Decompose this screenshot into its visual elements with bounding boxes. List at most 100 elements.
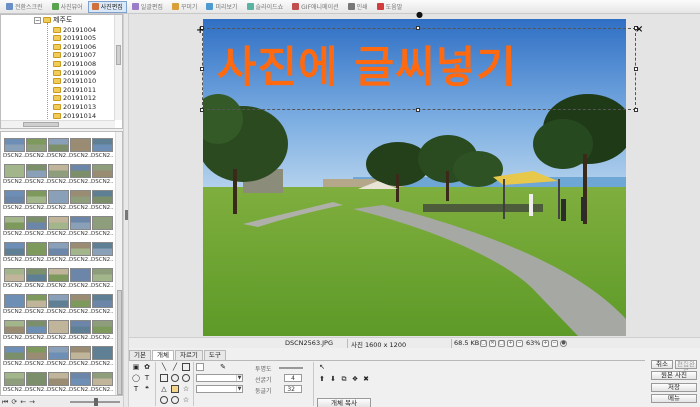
thumbnail-size-knob[interactable]: [94, 398, 98, 406]
settings-icon[interactable]: ●: [560, 340, 567, 347]
cancel-button[interactable]: 취소: [651, 360, 673, 369]
photo-thumbnail[interactable]: [4, 190, 25, 204]
photo-thumbnail[interactable]: [4, 164, 25, 178]
tab-3[interactable]: 도구: [203, 350, 226, 360]
photo-thumbnail[interactable]: [92, 320, 113, 334]
photo-thumbnail[interactable]: [26, 294, 47, 308]
photo-thumbnail[interactable]: [4, 372, 25, 386]
quote-icon[interactable]: ❝: [143, 385, 151, 393]
photo-thumbnail[interactable]: [70, 164, 91, 178]
photo-thumbnail[interactable]: [48, 242, 69, 256]
pointer-icon[interactable]: ↖: [318, 363, 326, 371]
move-icon[interactable]: +: [196, 25, 204, 36]
rotate-icon[interactable]: ●: [416, 10, 423, 19]
ellipse-icon[interactable]: [182, 374, 190, 382]
layer-down-icon[interactable]: ⬇: [329, 375, 337, 383]
tab-0[interactable]: 기본: [129, 350, 151, 360]
photo-thumbnail[interactable]: [48, 164, 69, 178]
photo-thumbnail[interactable]: [92, 138, 113, 152]
fit-icon[interactable]: ▢: [480, 340, 487, 347]
toolbar-button-5[interactable]: 미리보기: [202, 1, 241, 13]
sticker-icon[interactable]: ✿: [143, 363, 151, 371]
photo-thumbnail[interactable]: [26, 138, 47, 152]
line-icon[interactable]: ╱: [171, 363, 179, 371]
tree-scroll-thumb[interactable]: [116, 45, 121, 65]
photo-thumbnail[interactable]: [70, 294, 91, 308]
tree-vertical-scrollbar[interactable]: [114, 15, 122, 120]
rectangle-icon[interactable]: [182, 363, 190, 371]
oval-icon[interactable]: [171, 396, 179, 404]
photo-thumbnail[interactable]: [4, 268, 25, 282]
photo-thumbnail[interactable]: [48, 346, 69, 360]
toolbar-button-2[interactable]: 사진편집: [87, 0, 127, 13]
zoom-in-icon[interactable]: +: [542, 340, 549, 347]
photo-thumbnail[interactable]: [26, 372, 47, 386]
resize-handle-n[interactable]: [416, 26, 420, 30]
square-icon[interactable]: [160, 374, 168, 382]
zoom-out-icon[interactable]: −: [516, 340, 523, 347]
star-outline-icon[interactable]: ☆: [182, 396, 190, 404]
diagonal-line-icon[interactable]: ╲: [160, 363, 168, 371]
overlay-text[interactable]: 사진에 글씨넣기: [217, 33, 517, 95]
line-width-spinner[interactable]: 4: [284, 374, 302, 382]
group-icon[interactable]: ❖: [351, 375, 359, 383]
toolbar-button-7[interactable]: GIF애니메이션: [288, 1, 342, 13]
photo-thumbnail[interactable]: [26, 164, 47, 178]
close-icon[interactable]: ×: [635, 24, 643, 35]
photo-thumbnail[interactable]: [48, 268, 69, 282]
triangle-icon[interactable]: △: [160, 385, 168, 393]
roundness-spinner[interactable]: 32: [284, 385, 302, 393]
duplicate-icon[interactable]: ⧉: [340, 375, 348, 383]
circle-icon[interactable]: [171, 374, 179, 382]
photo-thumbnail[interactable]: [26, 320, 47, 334]
toolbar-button-1[interactable]: 사진뷰어: [48, 1, 87, 13]
tree-hscroll-thumb[interactable]: [23, 122, 59, 127]
resize-handle-w[interactable]: [200, 67, 204, 71]
round-icon[interactable]: [160, 396, 168, 404]
photo-thumbnail[interactable]: [4, 138, 25, 152]
first-icon[interactable]: ⏮: [2, 398, 8, 407]
filled-rect-icon[interactable]: [171, 385, 179, 393]
text-tool-icon[interactable]: T: [143, 374, 151, 382]
toolbar-button-6[interactable]: 슬라이드쇼: [243, 1, 288, 13]
star-icon[interactable]: ☆: [182, 385, 190, 393]
photo-thumbnail[interactable]: [92, 164, 113, 178]
zoom-actual-icon[interactable]: □: [498, 340, 505, 347]
photo-thumbnail[interactable]: [4, 294, 25, 308]
toolbar-button-0[interactable]: 전환스크린: [2, 1, 47, 13]
finish-edit-button[interactable]: 편집완료: [675, 360, 697, 375]
photo-thumbnail[interactable]: [26, 216, 47, 230]
image-canvas[interactable]: 사진에 글씨넣기 + × ●: [129, 10, 700, 337]
speech-bubble-icon[interactable]: ◯: [132, 374, 140, 382]
expand-icon[interactable]: ✕: [489, 340, 496, 347]
toolbar-button-8[interactable]: 인쇄: [344, 1, 372, 13]
collapse-icon[interactable]: −: [34, 16, 41, 24]
photo-thumbnail[interactable]: [4, 216, 25, 230]
tab-2[interactable]: 자르기: [174, 350, 203, 360]
photo-thumbnail[interactable]: [92, 242, 113, 256]
resize-handle-e[interactable]: [634, 67, 638, 71]
back-icon[interactable]: ←: [20, 398, 26, 406]
photo-thumbnail[interactable]: [70, 216, 91, 230]
forward-icon[interactable]: →: [29, 398, 35, 406]
toolbar-button-9[interactable]: 도움말: [373, 1, 407, 13]
photo-thumbnail[interactable]: [48, 190, 69, 204]
photo-thumbnail[interactable]: [70, 320, 91, 334]
save-button[interactable]: 저장: [651, 383, 697, 392]
photo-thumbnail[interactable]: [48, 216, 69, 230]
pin-icon[interactable]: T: [132, 385, 140, 393]
tree-horizontal-scrollbar[interactable]: [1, 120, 115, 128]
eyedropper-icon[interactable]: ✎: [219, 363, 227, 371]
photo-thumbnail[interactable]: [26, 268, 47, 282]
photo-thumbnail[interactable]: [92, 190, 113, 204]
photo-thumbnail[interactable]: [48, 372, 69, 386]
photo-thumbnail[interactable]: [70, 346, 91, 360]
object-copy-button[interactable]: 개체 복사: [317, 398, 371, 407]
photo-thumbnail[interactable]: [70, 190, 91, 204]
photo-thumbnail[interactable]: [26, 346, 47, 360]
photo-thumbnail[interactable]: [70, 372, 91, 386]
photo-thumbnail[interactable]: [92, 346, 113, 360]
photo-thumbnail[interactable]: [26, 190, 47, 204]
photo-thumbnail[interactable]: [70, 138, 91, 152]
photo-thumbnail[interactable]: [48, 294, 69, 308]
